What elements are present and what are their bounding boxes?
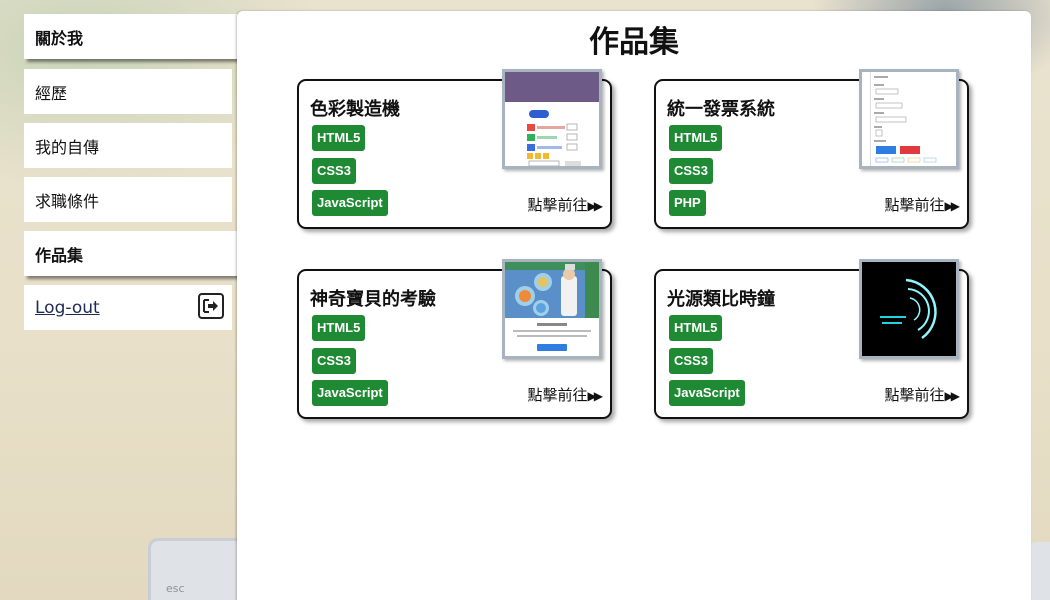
sidebar-item-label: 經歷 — [35, 83, 68, 103]
logout-button[interactable]: Log-out — [24, 285, 232, 330]
go-link-label: 點擊前往 — [884, 196, 945, 214]
tag-badge: HTML5 — [312, 125, 366, 151]
tag-badge: CSS3 — [312, 348, 356, 374]
project-thumbnail[interactable] — [859, 69, 959, 169]
project-card-invoice-system[interactable]: 統一發票系統 HTML5 CSS3 PHP 點擊前往▶▶ — [654, 69, 969, 229]
sidebar-item-portfolio[interactable]: 作品集 — [24, 231, 242, 276]
card-title: 色彩製造機 — [310, 99, 400, 120]
project-thumbnail[interactable] — [502, 69, 602, 169]
sidebar-item-label: 關於我 — [35, 28, 84, 48]
double-right-arrow-icon: ▶▶ — [587, 389, 604, 403]
project-thumbnail[interactable] — [859, 259, 959, 359]
sidebar-item-about[interactable]: 關於我 — [24, 14, 242, 59]
double-right-arrow-icon: ▶▶ — [944, 199, 961, 213]
go-link-label: 點擊前往 — [527, 386, 588, 404]
sign-out-icon[interactable] — [198, 293, 224, 319]
go-link-label: 點擊前往 — [884, 386, 945, 404]
card-title: 神奇寶貝的考驗 — [310, 289, 436, 310]
tag-badge: HTML5 — [669, 125, 723, 151]
tag-badge: CSS3 — [669, 158, 713, 184]
tag-badge: HTML5 — [312, 315, 366, 341]
tag-badge: JavaScript — [312, 380, 388, 406]
page-title: 作品集 — [589, 25, 679, 60]
sidebar-item-label: 作品集 — [35, 245, 84, 265]
background-key — [1028, 542, 1050, 600]
tag-badge: CSS3 — [312, 158, 356, 184]
main-panel: 作品集 色彩製造機 HTML5 CSS3 JavaScript 點擊前往▶▶ 統… — [237, 11, 1031, 600]
double-right-arrow-icon: ▶▶ — [587, 199, 604, 213]
card-title: 光源類比時鐘 — [667, 289, 775, 310]
go-link[interactable]: 點擊前往▶▶ — [884, 384, 961, 405]
tag-badge: JavaScript — [669, 380, 745, 406]
double-right-arrow-icon: ▶▶ — [944, 389, 961, 403]
sidebar-item-autobiography[interactable]: 我的自傳 — [24, 123, 232, 168]
sidebar-item-job-conditions[interactable]: 求職條件 — [24, 177, 232, 222]
logout-link[interactable]: Log-out — [35, 298, 100, 318]
tag-badge: HTML5 — [669, 315, 723, 341]
tag-badge: JavaScript — [312, 190, 388, 216]
go-link-label: 點擊前往 — [527, 196, 588, 214]
project-card-pokemon-quiz[interactable]: 神奇寶貝的考驗 HTML5 CSS3 JavaScript 點擊前往▶▶ — [297, 259, 612, 419]
esc-key-label: esc — [166, 582, 185, 595]
go-link[interactable]: 點擊前往▶▶ — [527, 384, 604, 405]
project-thumbnail[interactable] — [502, 259, 602, 359]
project-card-light-clock[interactable]: 光源類比時鐘 HTML5 CSS3 JavaScript 點擊前往▶▶ — [654, 259, 969, 419]
sidebar-item-label: 求職條件 — [35, 191, 100, 211]
tag-badge: CSS3 — [669, 348, 713, 374]
go-link[interactable]: 點擊前往▶▶ — [527, 194, 604, 215]
tag-badge: PHP — [669, 190, 706, 216]
sidebar-item-experience[interactable]: 經歷 — [24, 69, 232, 114]
card-title: 統一發票系統 — [667, 99, 775, 120]
sidebar-item-label: 我的自傳 — [35, 137, 100, 157]
project-card-color-maker[interactable]: 色彩製造機 HTML5 CSS3 JavaScript 點擊前往▶▶ — [297, 69, 612, 229]
go-link[interactable]: 點擊前往▶▶ — [884, 194, 961, 215]
